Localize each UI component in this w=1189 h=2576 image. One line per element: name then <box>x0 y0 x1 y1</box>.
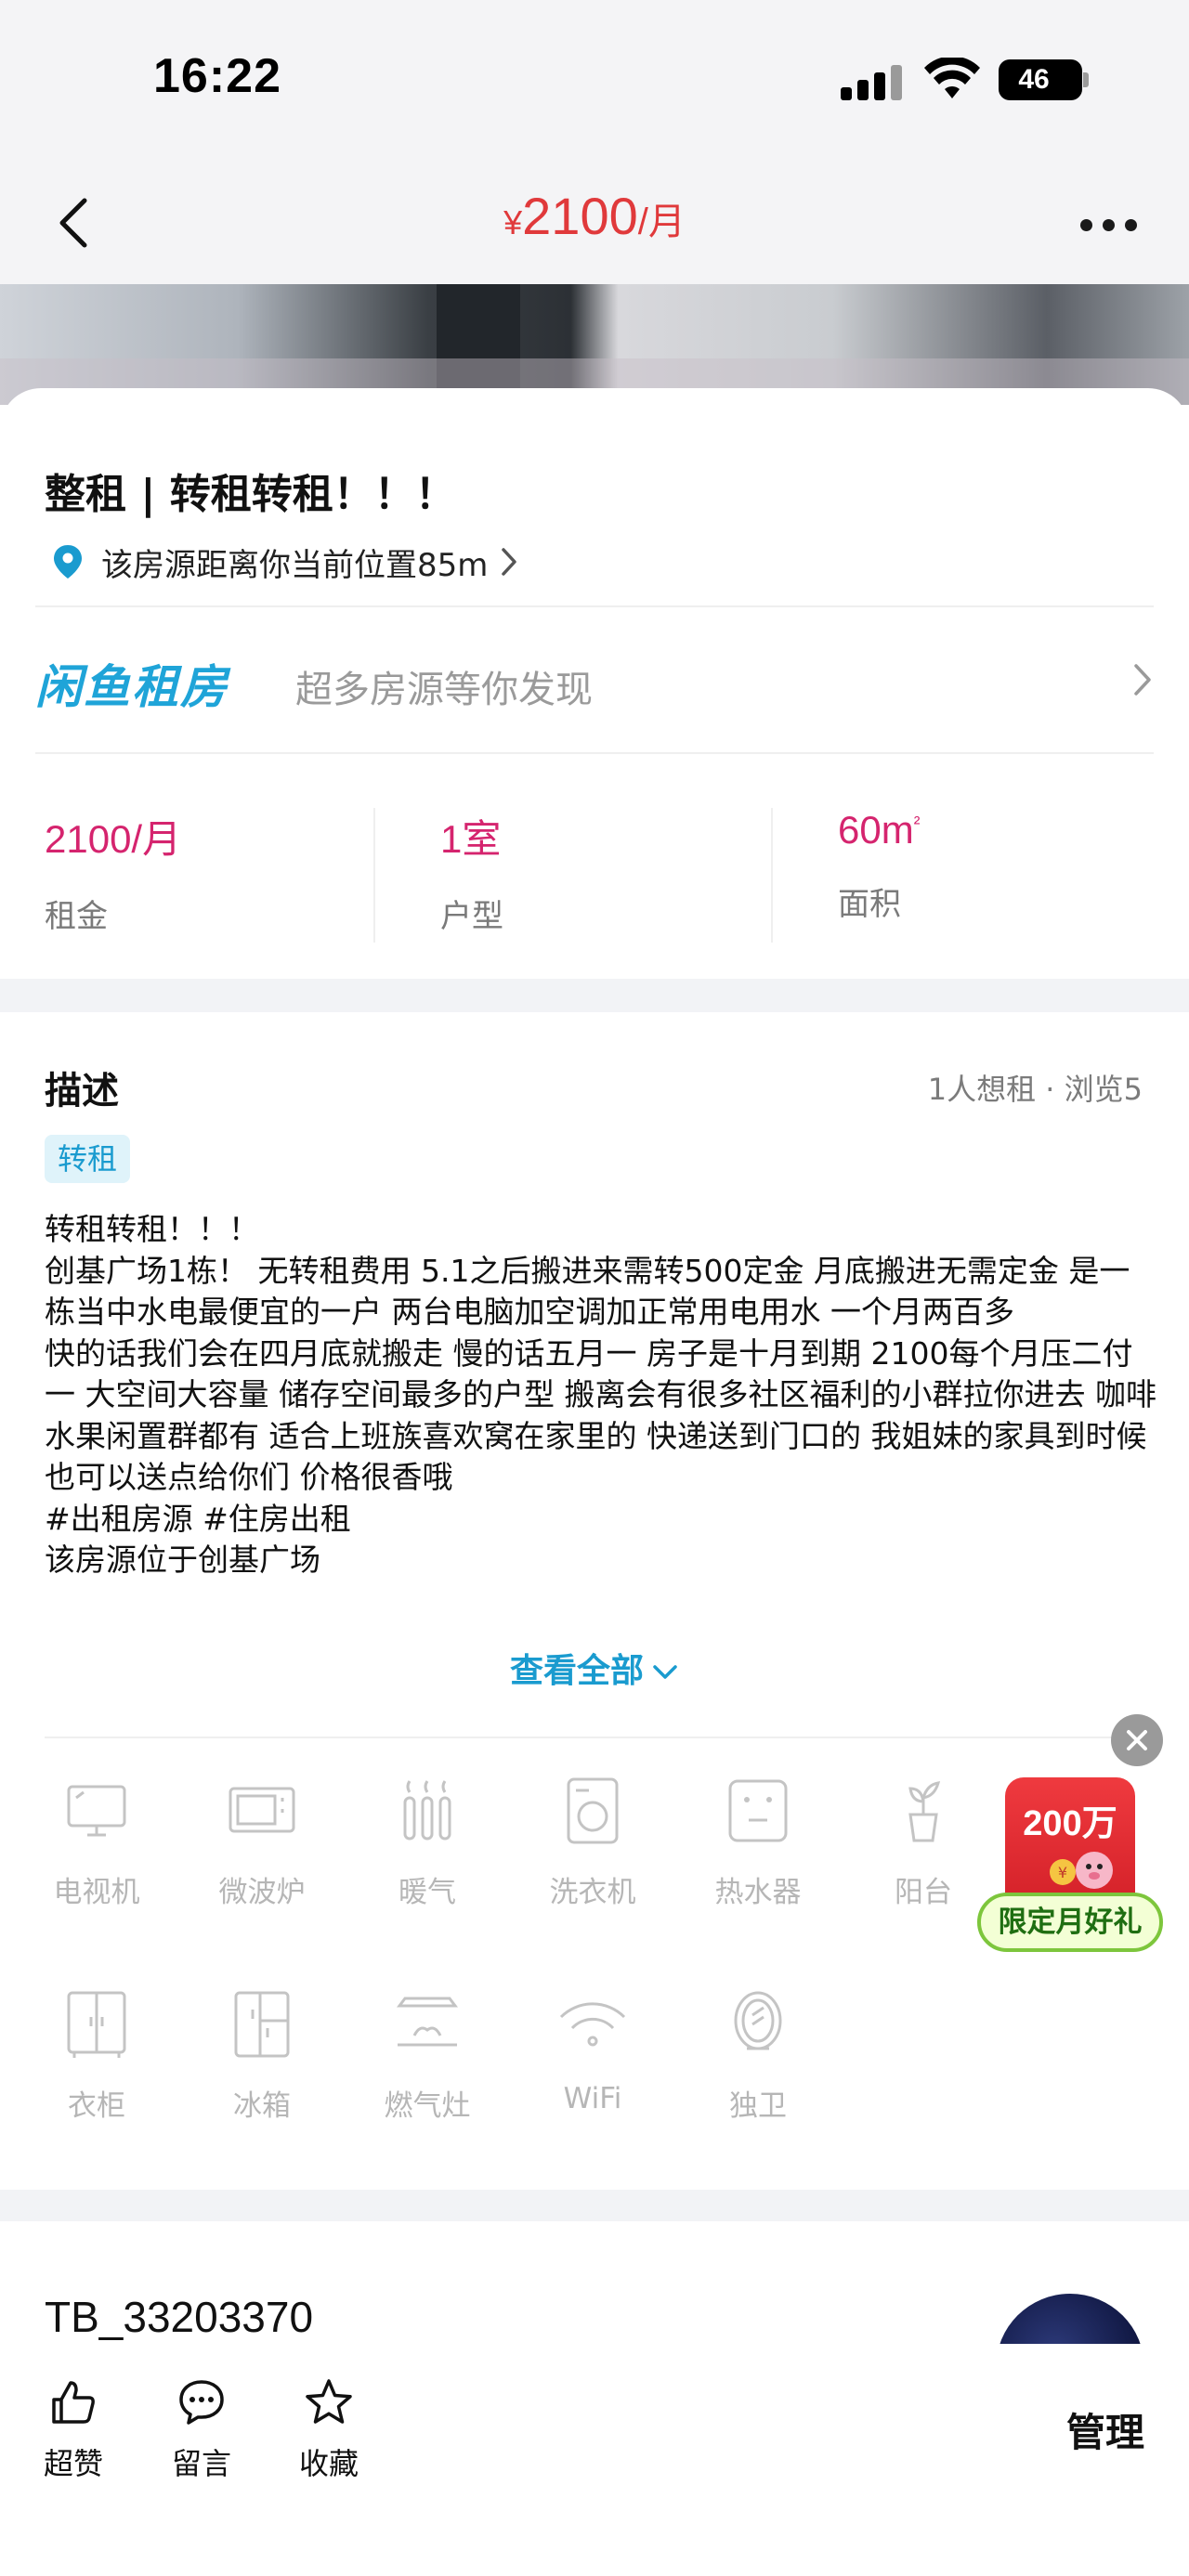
amenity-item: 暖气 <box>344 1774 511 1910</box>
view-stats: 1人想租 · 浏览5 <box>927 1072 1143 1107</box>
stats-row: 2100/月 租金 1室 户型 60m² 面积 <box>0 771 1189 947</box>
action-label: 收藏 <box>298 2446 359 2481</box>
amenity-item: WiFi <box>509 1987 676 2115</box>
area-value: 60m <box>838 808 914 852</box>
listing-photo[interactable] <box>0 284 1189 405</box>
battery-cap <box>1083 72 1089 87</box>
fridge-icon <box>234 1991 290 2058</box>
stat-rent: 2100/月 租金 <box>45 808 351 936</box>
amenity-label: 微波炉 <box>218 1876 306 1909</box>
amenity-item: 洗衣机 <box>509 1774 676 1910</box>
stat-separator <box>373 808 375 943</box>
price-unit: /月 <box>637 202 686 242</box>
chevron-right-icon <box>502 548 517 576</box>
stat-label: 租金 <box>45 898 108 935</box>
amenity-label: 洗衣机 <box>549 1876 636 1909</box>
balcony-icon <box>908 1781 941 1842</box>
listing-title: 整租 | 转租转租！！！ <box>45 471 456 518</box>
amenity-label: 电视机 <box>53 1876 140 1909</box>
see-all-label: 查看全部 <box>509 1652 644 1690</box>
chevron-right-icon <box>1134 664 1151 696</box>
chevron-down-icon <box>653 1665 677 1679</box>
amenity-item: 电视机 <box>13 1774 180 1910</box>
section-gap <box>0 979 1189 1012</box>
sublet-tag: 转租 <box>45 1135 131 1183</box>
battery-icon: 46 <box>999 59 1082 100</box>
seller-name[interactable]: TB_33203370 <box>45 2292 313 2342</box>
listing-card: 整租 | 转租转租！！！ 该房源距离你当前位置85m 闲鱼租房 超多房源等你发现… <box>0 388 1189 979</box>
stat-value: 1室 <box>440 817 502 861</box>
amenity-label: 燃气灶 <box>384 2089 471 2123</box>
action-label: 超赞 <box>43 2446 103 2481</box>
brand-slogan: 超多房源等你发现 <box>295 669 593 711</box>
location-pin-icon <box>54 545 82 579</box>
location-row[interactable]: 该房源距离你当前位置85m <box>51 540 519 584</box>
status-time: 16:22 <box>153 49 281 103</box>
wardrobe-icon <box>67 1991 126 2058</box>
price-currency: ¥ <box>503 203 523 241</box>
stat-layout: 1室 户型 <box>440 808 747 936</box>
water-heater-icon <box>728 1779 788 1842</box>
divider <box>35 752 1154 754</box>
brand-banner[interactable]: 闲鱼租房 超多房源等你发现 <box>0 607 1189 756</box>
see-all-button[interactable]: 查看全部 <box>0 1644 1189 1692</box>
amenity-item: 冰箱 <box>178 1987 346 2124</box>
area-unit-sup: ² <box>913 813 921 834</box>
star-icon <box>306 2379 352 2424</box>
stat-value: 60m² <box>838 808 1144 852</box>
amenity-label: 衣柜 <box>68 2089 125 2123</box>
stat-label: 户型 <box>440 898 503 935</box>
promo-amount: 200万 <box>1023 1804 1117 1843</box>
nav-bar: ¥2100/月 <box>0 158 1189 284</box>
nav-price: ¥2100/月 <box>0 186 1189 246</box>
wifi-status-icon <box>924 58 980 98</box>
thumbs-up-icon <box>52 2381 95 2424</box>
amenity-label: 独卫 <box>729 2089 787 2123</box>
microwave-icon <box>229 1787 295 1833</box>
gas-stove-icon <box>397 1997 458 2047</box>
battery-level: 46 <box>1018 64 1050 95</box>
description-text: 转租转租！！！ 创基广场1栋！ 无转租费用 5.1之后搬进来需转500定金 月底… <box>45 1211 1156 1578</box>
action-label: 留言 <box>171 2446 231 2481</box>
amenity-item: 燃气灶 <box>344 1987 511 2124</box>
amenity-item: 热水器 <box>674 1774 842 1910</box>
price-amount: 2100 <box>522 187 638 245</box>
amenity-item: 微波炉 <box>178 1774 346 1910</box>
stat-label: 面积 <box>838 886 901 923</box>
comment-button[interactable]: 留言 <box>150 2377 253 2483</box>
status-bar: 16:22 46 <box>0 0 1189 158</box>
amenity-item: 衣柜 <box>13 1987 180 2124</box>
comment-icon <box>179 2380 224 2425</box>
more-icon[interactable] <box>1080 219 1138 232</box>
promo-label: 限定月好礼 <box>977 1893 1163 1952</box>
stat-area: 60m² 面积 <box>838 808 1144 924</box>
like-button[interactable]: 超赞 <box>22 2377 124 2483</box>
washer-icon <box>567 1777 619 1844</box>
amenity-label: 冰箱 <box>233 2089 291 2123</box>
bottom-action-bar: 超赞 留言 收藏 管理 <box>0 2344 1189 2576</box>
brand-logo: 闲鱼租房 <box>35 660 229 714</box>
bathroom-icon <box>734 1991 782 2050</box>
section-gap <box>0 2190 1189 2221</box>
favorite-button[interactable]: 收藏 <box>278 2377 380 2483</box>
tv-icon <box>67 1785 126 1837</box>
wifi-icon <box>559 2002 626 2047</box>
amenity-label: 热水器 <box>714 1876 802 1909</box>
location-text: 该房源距离你当前位置85m <box>101 546 489 584</box>
heater-icon <box>403 1780 451 1841</box>
manage-button[interactable]: 管理 <box>1066 2401 1144 2458</box>
section-title: 描述 <box>45 1070 119 1112</box>
amenity-item: 独卫 <box>674 1987 842 2124</box>
amenity-label: WiFi <box>563 2082 622 2115</box>
stat-separator <box>771 808 773 943</box>
divider <box>45 1737 1144 1738</box>
amenity-label: 暖气 <box>399 1876 456 1909</box>
svg-text:¥: ¥ <box>1058 1864 1067 1881</box>
close-promo-button[interactable] <box>1111 1714 1163 1766</box>
close-icon <box>1127 1730 1147 1750</box>
cellular-signal-icon <box>841 63 906 100</box>
promo-widget[interactable]: 200万 ¥ 限定月好礼 <box>977 1777 1163 1959</box>
stat-value: 2100/月 <box>45 817 182 861</box>
description-section: 描述 1人想租 · 浏览5 转租 转租转租！！！ 创基广场1栋！ 无转租费用 5… <box>0 1012 1189 2190</box>
